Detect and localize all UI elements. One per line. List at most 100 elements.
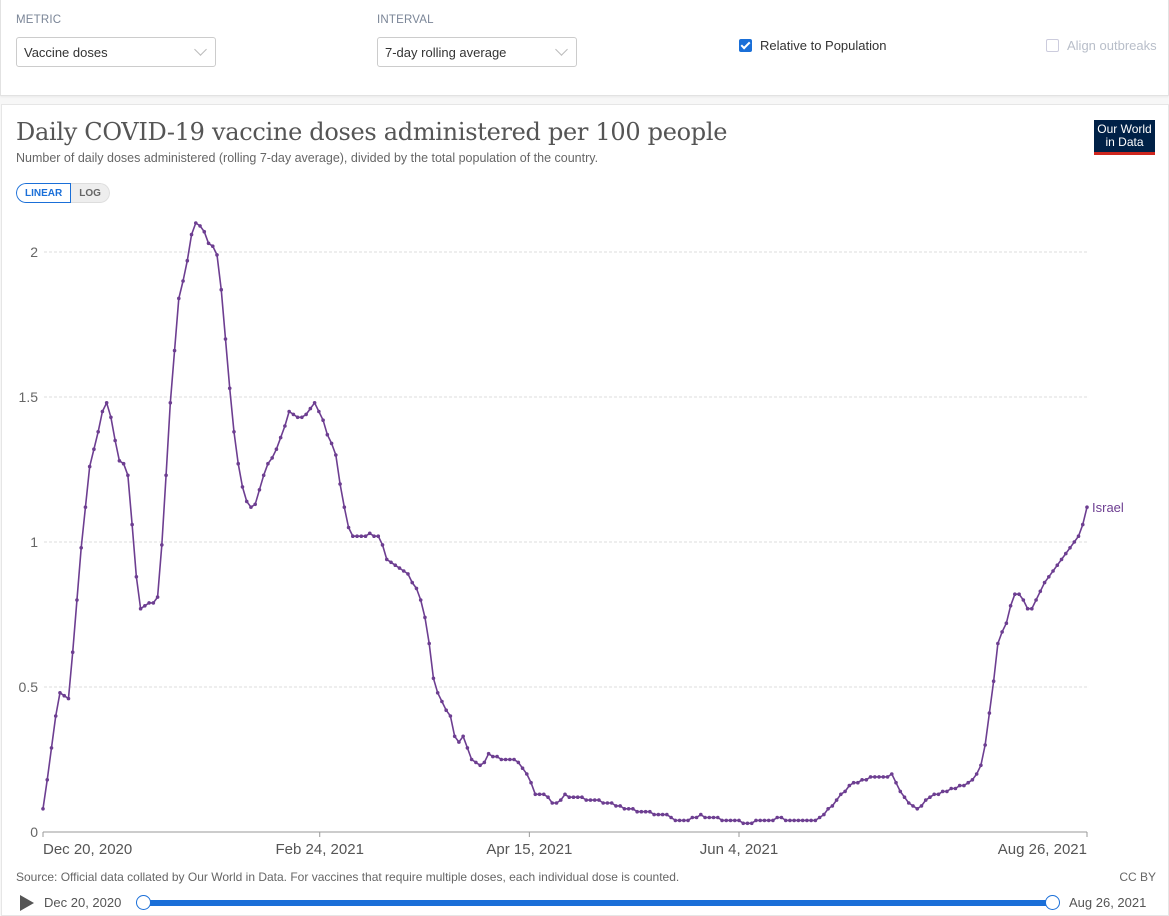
data-point <box>737 818 741 823</box>
data-point <box>873 775 877 779</box>
data-point <box>601 801 605 805</box>
data-point <box>53 714 58 718</box>
data-point <box>440 699 444 704</box>
y-axis-ticks: 0 0.5 1 1.5 2 <box>19 244 39 840</box>
data-point <box>62 693 67 698</box>
timeline-track[interactable] <box>143 900 1053 906</box>
data-point <box>1085 505 1089 510</box>
data-point <box>121 461 126 466</box>
data-point <box>809 818 813 823</box>
data-point <box>711 815 716 820</box>
data-point <box>834 798 839 802</box>
data-point <box>749 821 754 826</box>
license-link[interactable]: CC BY <box>1119 870 1156 884</box>
data-point <box>397 566 402 570</box>
data-point <box>635 809 639 814</box>
data-point <box>694 815 699 820</box>
data-point <box>452 734 457 739</box>
data-point <box>253 502 257 507</box>
data-point <box>936 792 941 797</box>
data-point <box>266 461 270 466</box>
data-point <box>762 818 767 823</box>
data-point <box>49 746 54 750</box>
data-point <box>588 798 593 802</box>
gridlines <box>44 251 1087 688</box>
play-icon[interactable] <box>20 895 34 911</box>
data-point <box>991 679 996 683</box>
data-point <box>138 606 143 611</box>
data-point <box>155 595 160 599</box>
timeline: Dec 20, 2020 Aug 26, 2021 <box>0 893 1169 915</box>
data-point <box>130 522 134 527</box>
series-israel: Israel <box>41 221 1124 826</box>
data-point <box>728 818 733 823</box>
data-point <box>669 815 673 820</box>
timeline-start-handle[interactable] <box>136 895 151 910</box>
data-point <box>274 447 279 452</box>
data-point <box>126 473 130 478</box>
data-point <box>372 534 376 538</box>
data-point <box>631 807 635 811</box>
data-point <box>87 464 92 469</box>
data-point <box>1055 563 1060 567</box>
data-point <box>1021 598 1026 602</box>
data-point <box>957 783 962 788</box>
series-label: Israel <box>1092 500 1124 515</box>
data-point <box>911 804 915 808</box>
data-point <box>987 711 992 715</box>
data-point <box>881 775 886 779</box>
data-point <box>283 424 287 428</box>
data-point <box>367 531 372 536</box>
data-point <box>160 543 164 547</box>
data-point <box>503 757 508 762</box>
data-point <box>1059 557 1064 562</box>
data-point <box>236 461 241 466</box>
data-point <box>295 415 300 420</box>
data-point <box>418 598 423 602</box>
line-chart: 0 0.5 1 1.5 2 Dec 20, 2020 Feb 24, 2021 Apr 15… <box>19 221 1124 858</box>
data-point <box>143 604 147 608</box>
data-point <box>172 348 177 353</box>
data-point <box>724 818 729 823</box>
data-point <box>100 409 105 414</box>
data-point <box>1025 606 1030 611</box>
data-point <box>864 778 869 782</box>
data-point <box>732 818 737 823</box>
data-point <box>885 775 890 779</box>
series-line <box>42 222 1088 825</box>
data-point <box>66 696 71 701</box>
timeline-end-handle[interactable] <box>1045 895 1060 910</box>
data-point <box>851 780 856 785</box>
y-tick-label: 2 <box>30 244 38 260</box>
data-point <box>673 818 678 823</box>
data-point <box>868 775 873 779</box>
data-point <box>822 812 826 817</box>
data-point <box>699 812 703 817</box>
data-point <box>380 543 385 547</box>
data-point <box>461 734 465 739</box>
data-point <box>469 757 474 762</box>
data-point <box>533 792 538 797</box>
data-point <box>919 804 924 808</box>
data-point <box>312 401 317 405</box>
data-point <box>817 815 822 820</box>
data-point <box>550 801 555 805</box>
data-point <box>860 778 864 782</box>
data-point <box>690 815 695 820</box>
data-point <box>117 459 122 463</box>
data-point <box>278 435 283 440</box>
data-point <box>567 795 572 799</box>
data-point <box>677 818 682 823</box>
data-point <box>516 760 521 765</box>
data-point <box>41 807 45 811</box>
data-point <box>571 795 576 799</box>
data-point <box>435 691 440 695</box>
data-point <box>393 563 398 567</box>
data-point <box>1063 551 1068 556</box>
data-point <box>648 809 652 814</box>
data-point <box>1017 592 1021 596</box>
data-point <box>113 438 117 443</box>
data-point <box>979 763 983 768</box>
data-point <box>529 780 533 785</box>
data-point <box>1034 598 1038 602</box>
